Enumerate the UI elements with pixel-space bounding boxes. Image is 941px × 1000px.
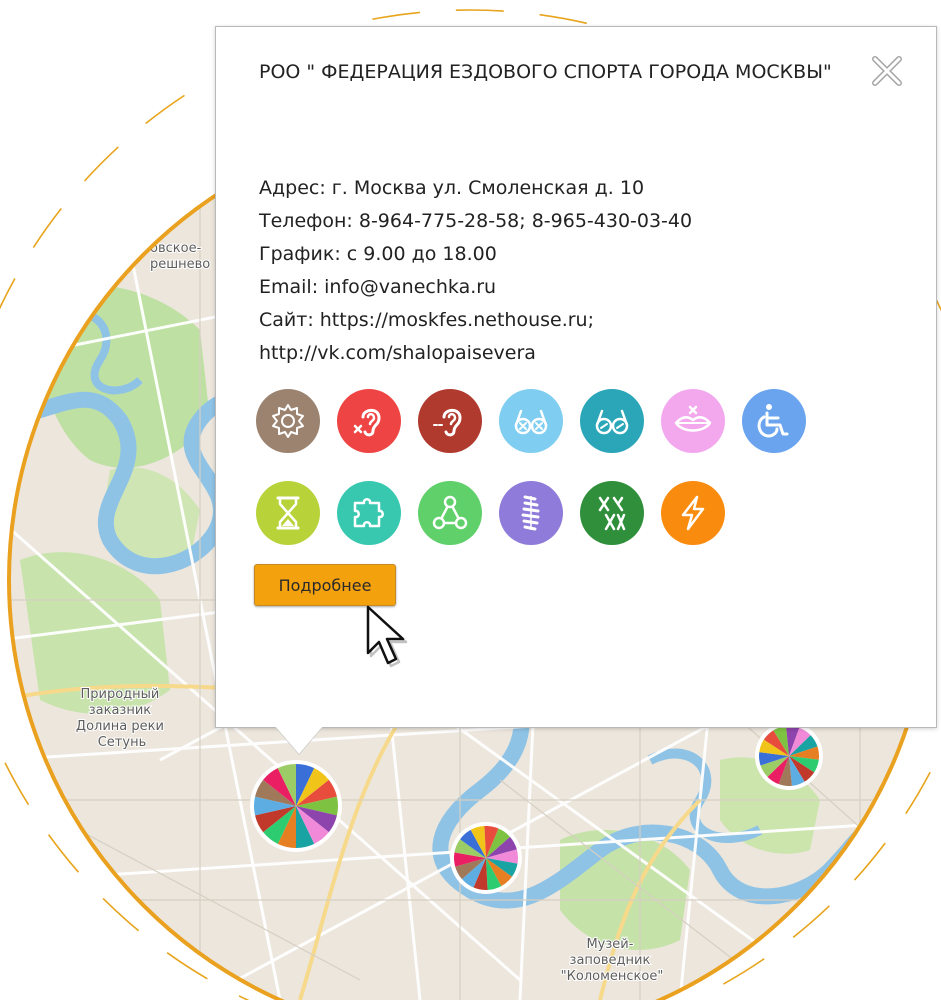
category-gear[interactable] bbox=[256, 389, 320, 453]
category-wheelchair[interactable] bbox=[742, 389, 806, 453]
category-hourglass[interactable] bbox=[256, 481, 320, 545]
lightning-icon bbox=[681, 495, 705, 531]
popup-tail bbox=[275, 726, 323, 754]
popup-title: РОО " ФЕДЕРАЦИЯ ЕЗДОВОГО СПОРТА ГОРОДА М… bbox=[259, 61, 832, 83]
category-speech[interactable] bbox=[661, 389, 725, 453]
map-cluster-selected[interactable] bbox=[250, 760, 342, 852]
category-network[interactable] bbox=[418, 481, 482, 545]
map-label-khoroshevo: овское- решнево bbox=[150, 241, 210, 272]
popup-site-2: http://vk.com/shalopaisevera bbox=[259, 342, 536, 364]
wheelchair-icon bbox=[757, 404, 789, 438]
popup-phone: Телефон: 8-964-775-28-58; 8-965-430-03-4… bbox=[259, 210, 693, 232]
popup-address: Адрес: г. Москва ул. Смоленская д. 10 bbox=[259, 177, 645, 199]
mouse-cursor-icon bbox=[366, 605, 408, 668]
popup-email: Email: info@vanechka.ru bbox=[259, 276, 497, 298]
more-button[interactable]: Подробнее bbox=[254, 564, 396, 606]
network-icon bbox=[432, 495, 468, 530]
hourglass-icon bbox=[276, 496, 300, 530]
category-low-vision[interactable] bbox=[580, 389, 644, 453]
popup-schedule: График: с 9.00 до 18.00 bbox=[259, 243, 497, 265]
spine-icon bbox=[521, 495, 540, 531]
glasses-icon bbox=[595, 409, 629, 435]
category-icons-row-1 bbox=[256, 389, 806, 453]
popup-details: Адрес: г. Москва ул. Смоленская д. 10 Те… bbox=[259, 172, 909, 370]
map-cluster-east[interactable] bbox=[755, 722, 823, 790]
close-icon bbox=[872, 56, 902, 86]
ear-hearing-icon bbox=[433, 408, 462, 437]
popup-site: Сайт: https://moskfes.nethouse.ru; bbox=[259, 309, 594, 331]
category-blind[interactable] bbox=[499, 389, 563, 453]
category-chromosome[interactable] bbox=[580, 481, 644, 545]
ear-mute-icon bbox=[353, 408, 381, 437]
puzzle-icon bbox=[353, 498, 384, 528]
chromosome-icon bbox=[598, 496, 626, 531]
info-popup: РОО " ФЕДЕРАЦИЯ ЕЗДОВОГО СПОРТА ГОРОДА М… bbox=[215, 26, 937, 728]
category-hearing[interactable] bbox=[418, 389, 482, 453]
category-lightning[interactable] bbox=[661, 481, 725, 545]
glasses-blind-icon bbox=[514, 409, 548, 435]
category-deaf-mute[interactable] bbox=[337, 389, 401, 453]
category-icons-row-2 bbox=[256, 481, 725, 545]
lips-icon bbox=[674, 405, 712, 432]
category-puzzle[interactable] bbox=[337, 481, 401, 545]
map-cluster-center[interactable] bbox=[450, 822, 522, 894]
gear-icon bbox=[272, 404, 304, 438]
close-button[interactable] bbox=[871, 55, 903, 87]
category-spine[interactable] bbox=[499, 481, 563, 545]
